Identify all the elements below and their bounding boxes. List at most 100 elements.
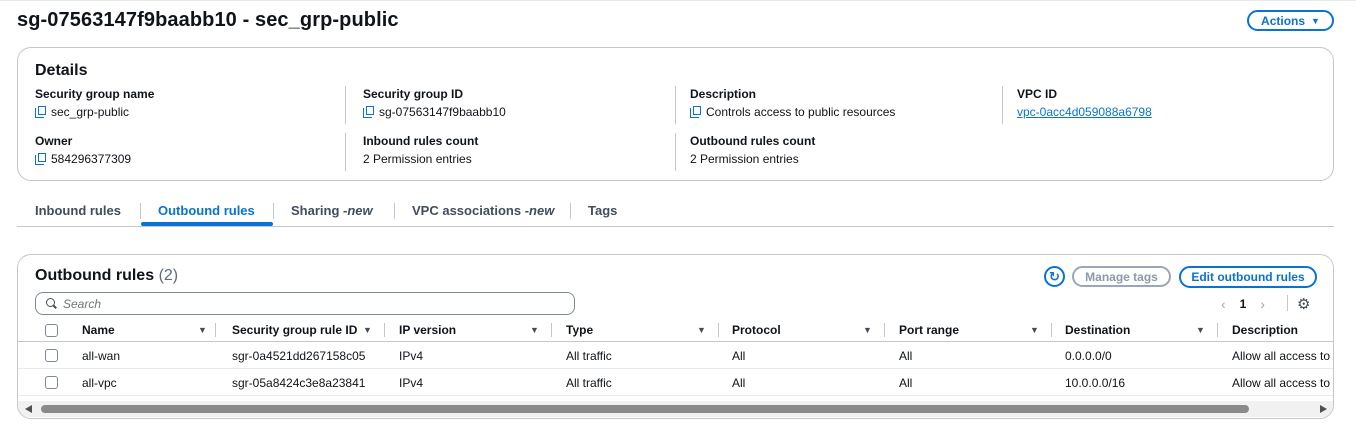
column-header-destination[interactable]: Destination ▼ [1065, 318, 1215, 342]
outbound-count-field: Outbound rules count 2 Permission entrie… [690, 134, 815, 166]
row-checkbox[interactable] [45, 376, 58, 389]
page-number[interactable]: 1 [1240, 297, 1247, 311]
security-group-name-field: Security group name sec_grp-public [35, 87, 154, 119]
cell-name: all-wan [82, 349, 121, 363]
security-group-id-field: Security group ID sg-07563147f9baabb10 [363, 87, 506, 119]
top-divider [0, 0, 1356, 1]
page-title: sg-07563147f9baabb10 - sec_grp-public [17, 9, 399, 31]
refresh-icon: ↻ [1049, 268, 1060, 284]
cell-port-range: All [899, 376, 913, 390]
column-divider[interactable] [551, 323, 552, 337]
outbound-count-label: Outbound rules count [690, 134, 816, 148]
column-divider[interactable] [215, 323, 216, 337]
column-divider[interactable] [384, 323, 385, 337]
inbound-count-field: Inbound rules count 2 Permission entries [363, 134, 478, 166]
column-divider[interactable] [1217, 323, 1218, 337]
tab-divider [273, 203, 274, 219]
cell-type: All traffic [566, 376, 612, 390]
tab-bar: Inbound rules Outbound rules Sharing - n… [17, 195, 1334, 227]
edit-outbound-rules-button[interactable]: Edit outbound rules [1179, 266, 1317, 288]
cell-protocol: All [732, 349, 746, 363]
column-divider [345, 86, 346, 124]
outbound-count-value: 2 Permission entries [690, 152, 799, 166]
pagination: ‹ 1 › [1221, 296, 1265, 312]
cell-ip-version: IPv4 [399, 349, 424, 363]
details-title: Details [35, 62, 88, 79]
cell-description: Allow all access to V [1232, 376, 1334, 390]
settings-icon[interactable]: ⚙ [1297, 295, 1310, 313]
description-field: Description Controls access to public re… [690, 87, 895, 119]
cell-description: Allow all access to W [1232, 349, 1334, 363]
security-group-name-label: Security group name [35, 87, 155, 101]
copy-icon[interactable] [363, 106, 374, 118]
row-checkbox[interactable] [45, 349, 58, 362]
sort-icon: ▼ [363, 325, 372, 335]
column-header-port-range[interactable]: Port range ▼ [899, 318, 1049, 342]
outbound-rules-title: Outbound rules (2) [35, 267, 179, 284]
column-header-ip-version[interactable]: IP version ▼ [399, 318, 549, 342]
tab-divider [140, 203, 141, 219]
cell-rule-id: sgr-0a4521dd267158c05 [232, 349, 366, 363]
column-header-description[interactable]: Description [1232, 318, 1333, 342]
copy-icon[interactable] [35, 153, 46, 165]
column-divider [675, 133, 676, 171]
column-header-protocol[interactable]: Protocol ▼ [732, 318, 882, 342]
search-field[interactable] [35, 292, 575, 315]
table-row[interactable]: all-wan sgr-0a4521dd267158c05 IPv4 All t… [18, 343, 1334, 369]
column-header-name[interactable]: Name ▼ [82, 318, 212, 342]
table-row[interactable]: all-vpc sgr-05a8424c3e8a23841 IPv4 All t… [18, 370, 1334, 396]
description-value: Controls access to public resources [706, 105, 896, 119]
tab-sharing[interactable]: Sharing - new [291, 195, 373, 226]
owner-label: Owner [35, 134, 73, 148]
scroll-left-icon[interactable] [25, 405, 32, 413]
tab-tags[interactable]: Tags [588, 195, 617, 226]
security-group-id-label: Security group ID [363, 87, 464, 101]
inbound-count-value: 2 Permission entries [363, 152, 472, 166]
cell-destination: 10.0.0.0/16 [1065, 376, 1126, 390]
sort-icon: ▼ [530, 325, 539, 335]
copy-icon[interactable] [690, 106, 701, 118]
chevron-right-icon[interactable]: › [1260, 296, 1265, 312]
tab-divider [570, 203, 571, 219]
outbound-rules-panel: Outbound rules (2) ↻ Manage tags Edit ou… [17, 254, 1334, 419]
sort-icon: ▼ [863, 325, 872, 335]
column-header-rule-id[interactable]: Security group rule ID ▼ [232, 318, 382, 342]
rules-count: (2) [158, 267, 179, 284]
cell-port-range: All [899, 349, 913, 363]
column-header-type[interactable]: Type ▼ [566, 318, 716, 342]
copy-icon[interactable] [35, 106, 46, 118]
cell-destination: 0.0.0.0/0 [1065, 349, 1112, 363]
vpc-id-link[interactable]: vpc-0acc4d059088a6798 [1017, 105, 1152, 119]
sort-icon: ▼ [697, 325, 706, 335]
tab-inbound-rules[interactable]: Inbound rules [35, 195, 121, 226]
column-divider [345, 133, 346, 171]
select-all-checkbox[interactable] [45, 324, 58, 337]
actions-button[interactable]: Actions ▼ [1247, 10, 1334, 31]
column-divider[interactable] [718, 323, 719, 337]
cell-ip-version: IPv4 [399, 376, 424, 390]
vpc-id-label: VPC ID [1017, 87, 1058, 101]
scrollbar-thumb[interactable] [41, 405, 1249, 413]
manage-tags-button[interactable]: Manage tags [1072, 266, 1171, 287]
table-header: Name ▼ Security group rule ID ▼ IP version… [18, 318, 1333, 342]
vpc-id-field: VPC ID vpc-0acc4d059088a6798 [1017, 87, 1152, 119]
details-panel: Details Security group name sec_grp-publ… [17, 47, 1334, 181]
chevron-left-icon[interactable]: ‹ [1221, 296, 1226, 312]
owner-value: 584296377309 [51, 152, 132, 166]
security-group-name-value: sec_grp-public [51, 105, 130, 119]
horizontal-scrollbar[interactable] [18, 401, 1333, 417]
scroll-right-icon[interactable] [1320, 405, 1327, 413]
refresh-button[interactable]: ↻ [1044, 266, 1065, 287]
search-input[interactable] [63, 296, 543, 311]
security-group-id-value: sg-07563147f9baabb10 [379, 105, 506, 119]
cell-rule-id: sgr-05a8424c3e8a23841 [232, 376, 366, 390]
column-divider[interactable] [1051, 323, 1052, 337]
sort-icon: ▼ [1030, 325, 1039, 335]
tab-vpc-associations[interactable]: VPC associations - new [412, 195, 554, 226]
cell-protocol: All [732, 376, 746, 390]
cell-type: All traffic [566, 349, 612, 363]
owner-field: Owner 584296377309 [35, 134, 131, 166]
column-divider[interactable] [884, 323, 885, 337]
pagination-divider [1287, 295, 1288, 311]
sort-icon: ▼ [198, 325, 207, 335]
